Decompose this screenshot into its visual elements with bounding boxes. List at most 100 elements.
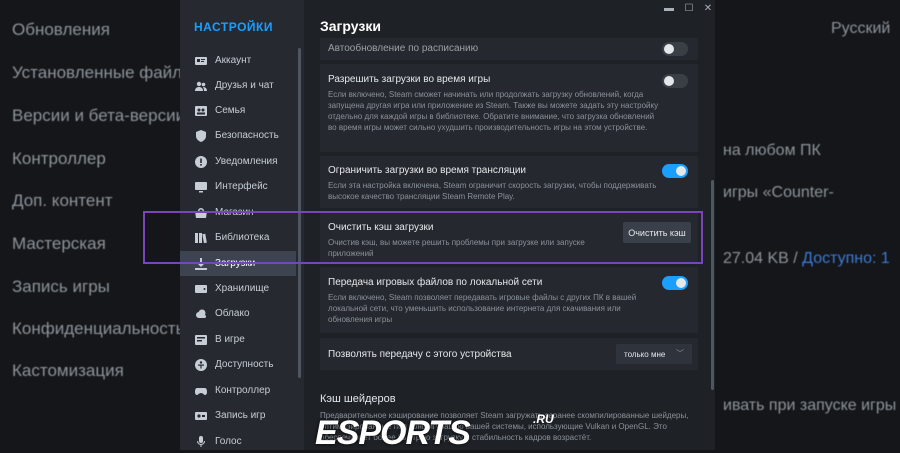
setting-lan-transfer: Передача игровых файлов по локальной сет… bbox=[320, 267, 698, 333]
limit-broadcast-toggle[interactable] bbox=[662, 164, 688, 178]
bg-size-value: 27.04 KB / bbox=[723, 250, 798, 267]
sidebar-title: НАСТРОЙКИ bbox=[194, 20, 273, 34]
sidebar-item-library[interactable]: Библиотека bbox=[180, 225, 296, 250]
sidebar-item-downloads[interactable]: Загрузки bbox=[180, 251, 296, 276]
sidebar-item-label: Уведомления bbox=[215, 156, 278, 167]
library-icon bbox=[194, 231, 208, 245]
microphone-icon bbox=[194, 435, 208, 449]
sidebar-item-label: Хранилище bbox=[215, 283, 269, 294]
bg-item-workshop: Мастерская bbox=[12, 234, 106, 253]
in-game-icon bbox=[194, 333, 208, 347]
sidebar-item-label: Доступность bbox=[215, 359, 274, 370]
sidebar-item-in-game[interactable]: В игре bbox=[180, 327, 296, 352]
setting-title: Очистить кэш загрузки bbox=[328, 222, 434, 233]
bg-text-game: игры «Counter- bbox=[723, 184, 834, 201]
dropdown-value: только мне bbox=[624, 349, 666, 359]
sidebar-item-store[interactable]: Магазин bbox=[180, 200, 296, 225]
lan-transfer-toggle[interactable] bbox=[662, 276, 688, 290]
auto-update-toggle[interactable] bbox=[662, 42, 688, 56]
sidebar-item-family[interactable]: Семья bbox=[180, 98, 296, 123]
allow-in-game-toggle[interactable] bbox=[662, 74, 688, 88]
setting-title: Передача игровых файлов по локальной сет… bbox=[328, 277, 543, 288]
sidebar-item-label: Загрузки bbox=[215, 258, 256, 269]
bg-item-customization: Кастомизация bbox=[12, 361, 124, 380]
sidebar-item-account[interactable]: Аккаунт bbox=[180, 48, 296, 73]
toggle-knob bbox=[664, 44, 674, 54]
toggle-knob bbox=[676, 278, 686, 288]
bg-item-updates: Обновления bbox=[12, 20, 110, 39]
sidebar-item-notifications[interactable]: Уведомления bbox=[180, 149, 296, 174]
accessibility-icon bbox=[194, 358, 208, 372]
bg-item-installed-files: Установленные файлы bbox=[12, 63, 195, 82]
sidebar-item-label: Магазин bbox=[215, 207, 254, 218]
minimize-button[interactable]: ▬ bbox=[661, 2, 677, 14]
sidebar-item-label: Безопасность bbox=[215, 130, 279, 141]
sidebar-item-interface[interactable]: Интерфейс bbox=[180, 174, 296, 199]
toggle-knob bbox=[676, 166, 686, 176]
setting-title: Разрешить загрузки во время игры bbox=[328, 74, 491, 85]
setting-limit-broadcast: Ограничить загрузки во время трансляции … bbox=[320, 156, 698, 208]
setting-description: Если включено, Steam сможет начинать или… bbox=[328, 90, 659, 132]
close-button[interactable]: ✕ bbox=[700, 2, 715, 14]
sidebar-item-voice[interactable]: Голос bbox=[180, 429, 296, 450]
setting-description: Если эта настройка включена, Steam огран… bbox=[328, 181, 657, 201]
bg-language: Русский bbox=[831, 20, 891, 37]
monitor-icon bbox=[194, 180, 208, 194]
setting-clear-cache: Очистить кэш загрузки Очистив кэш, вы мо… bbox=[320, 213, 698, 262]
sidebar-item-label: В игре bbox=[215, 334, 245, 345]
sidebar-item-security[interactable]: Безопасность bbox=[180, 123, 296, 148]
sidebar-item-friends[interactable]: Друзья и чат bbox=[180, 73, 296, 98]
sidebar-item-label: Библиотека bbox=[215, 232, 270, 243]
notification-icon bbox=[194, 155, 208, 169]
sidebar-item-label: Друзья и чат bbox=[215, 80, 274, 91]
setting-description: Очистив кэш, вы можете решить проблемы п… bbox=[328, 238, 585, 258]
sidebar-scrollbar[interactable] bbox=[298, 48, 301, 378]
page-title: Загрузки bbox=[320, 18, 381, 34]
background-right-panel: Русский на любом ПК игры «Counter- 27.04… bbox=[715, 0, 900, 450]
settings-content: ▬ ☐ ✕ Загрузки Автообновление по расписа… bbox=[304, 0, 715, 450]
store-icon bbox=[194, 206, 208, 220]
chevron-down-icon: ﹀ bbox=[676, 349, 684, 358]
setting-title: Ограничить загрузки во время трансляции bbox=[328, 165, 527, 176]
sidebar-item-label: Контроллер bbox=[215, 385, 271, 396]
shader-cache-heading: Кэш шейдеров bbox=[320, 393, 396, 405]
bg-item-dlc: Доп. контент bbox=[12, 191, 113, 210]
sidebar-item-label: Аккаунт bbox=[215, 55, 252, 66]
sidebar-item-label: Облако bbox=[215, 308, 250, 319]
download-icon bbox=[194, 257, 208, 271]
storage-icon bbox=[194, 282, 208, 296]
family-icon bbox=[194, 104, 208, 118]
sidebar-item-storage[interactable]: Хранилище bbox=[180, 276, 296, 301]
background-settings-list: Обновления Установленные файлы Версии и … bbox=[0, 0, 194, 450]
content-scrollbar[interactable] bbox=[711, 180, 714, 390]
sidebar-item-label: Интерфейс bbox=[215, 181, 268, 192]
setting-allow-downloads-in-game: Разрешить загрузки во время игры Если вк… bbox=[320, 64, 698, 152]
sidebar-item-label: Запись игр bbox=[215, 410, 266, 421]
sidebar-item-controller[interactable]: Контроллер bbox=[180, 378, 296, 403]
bg-item-privacy: Конфиденциальность bbox=[12, 319, 185, 338]
watermark-suffix: .RU bbox=[533, 412, 554, 426]
sidebar-item-label: Голос bbox=[215, 436, 242, 447]
sidebar-item-accessibility[interactable]: Доступность bbox=[180, 352, 296, 377]
bg-text-any-pc: на любом ПК bbox=[723, 142, 821, 159]
clear-cache-button[interactable]: Очистить кэш bbox=[623, 222, 691, 243]
account-card-icon bbox=[194, 54, 208, 68]
shield-icon bbox=[194, 129, 208, 143]
maximize-button[interactable]: ☐ bbox=[681, 2, 697, 14]
setting-auto-update: Автообновление по расписанию bbox=[320, 38, 698, 60]
bg-item-game-recording: Запись игры bbox=[12, 277, 110, 296]
friends-icon bbox=[194, 79, 208, 93]
sidebar-item-cloud[interactable]: Облако bbox=[180, 301, 296, 326]
settings-dialog: НАСТРОЙКИ Аккаунт Друзья и чат Семья Без… bbox=[180, 0, 715, 450]
record-icon bbox=[194, 409, 208, 423]
bg-text-launch: ивать при запуске игры bbox=[723, 397, 897, 414]
bg-item-betas: Версии и бета-версии bbox=[12, 106, 186, 125]
bg-available-link: Доступно: 1 bbox=[802, 250, 890, 267]
esports-watermark: ESPORTS bbox=[315, 414, 471, 452]
controller-icon bbox=[194, 384, 208, 398]
setting-allow-transfer: Позволять передачу с этого устройства то… bbox=[320, 338, 698, 370]
allow-transfer-dropdown[interactable]: только мне ﹀ bbox=[616, 344, 692, 364]
sidebar-item-game-recording[interactable]: Запись игр bbox=[180, 403, 296, 428]
bg-text-size: 27.04 KB / Доступно: 1 bbox=[723, 250, 890, 268]
cloud-icon bbox=[194, 307, 208, 321]
